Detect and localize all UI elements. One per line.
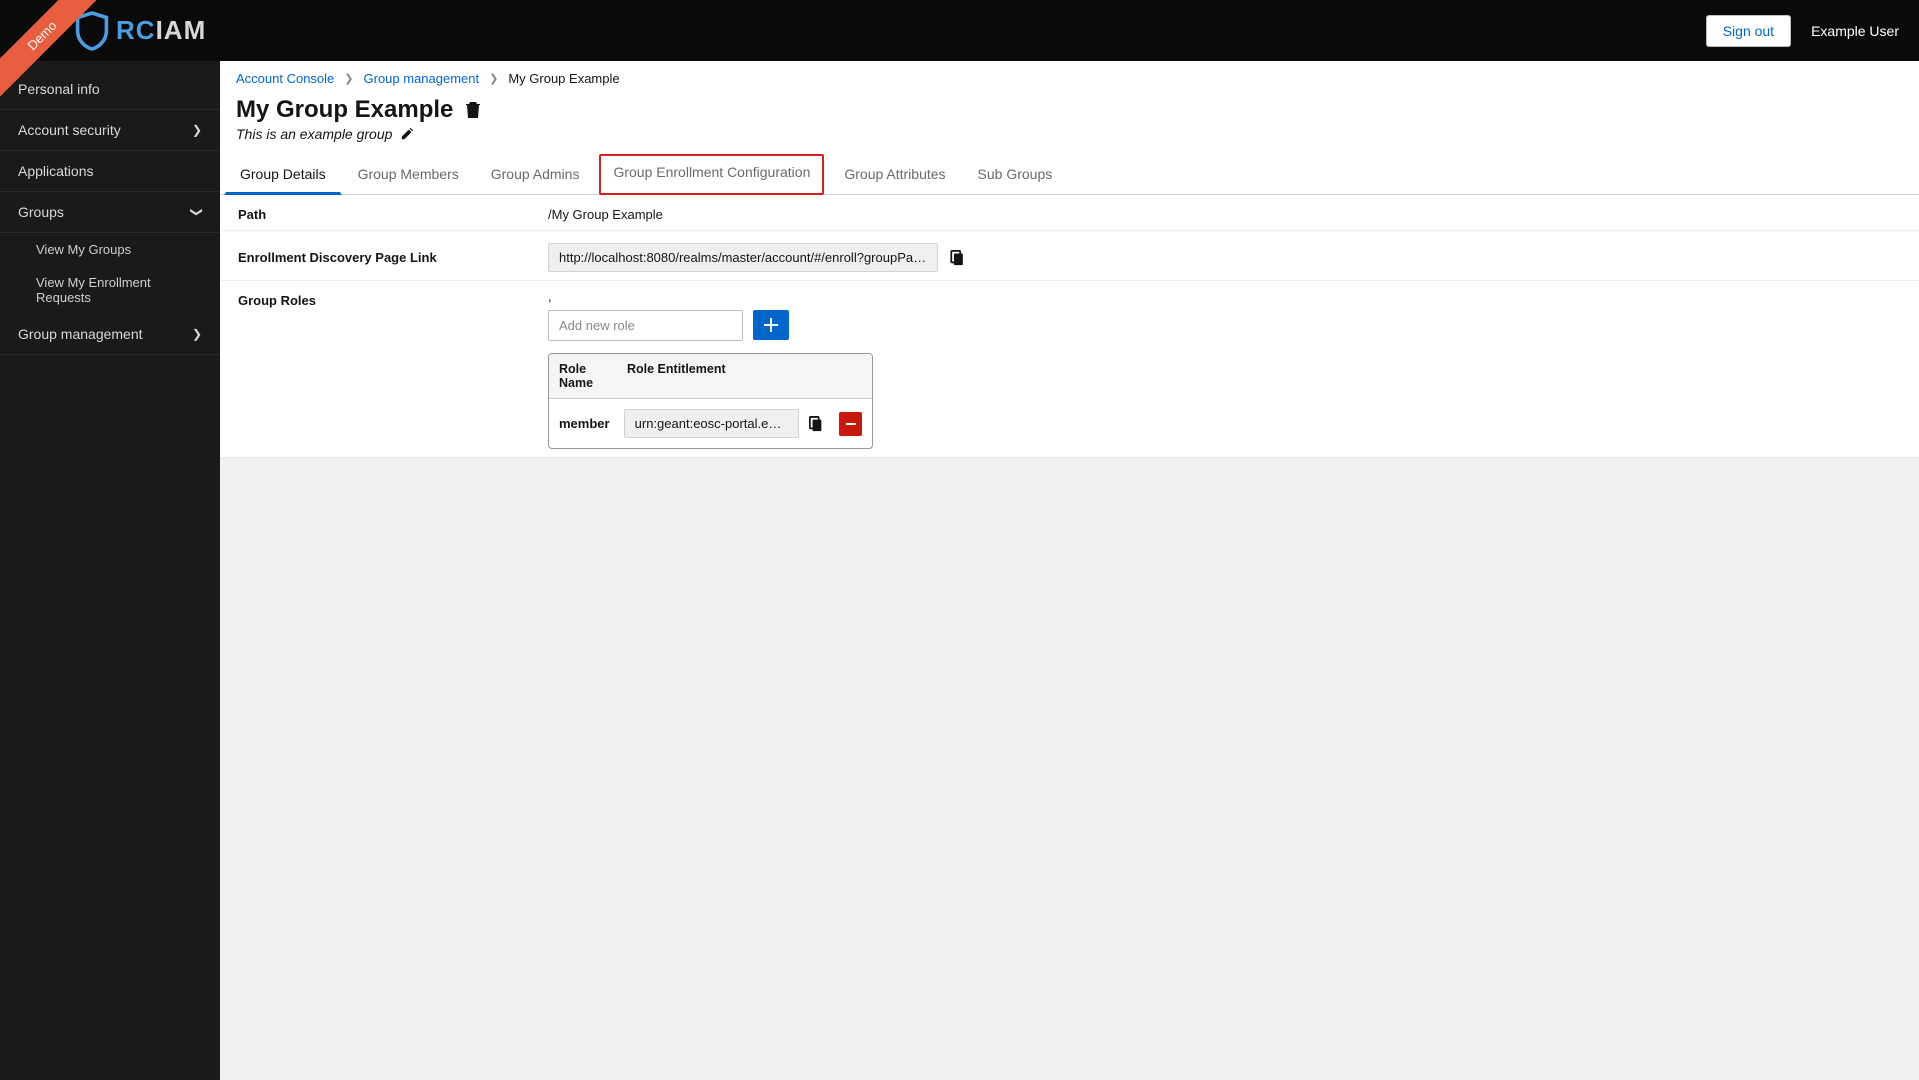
sidebar-item-personal-info[interactable]: Personal info: [0, 69, 220, 110]
chevron-right-icon: ❯: [192, 327, 202, 341]
add-role-button[interactable]: [753, 310, 789, 340]
page-description: This is an example group: [236, 126, 392, 142]
sidebar-item-view-my-groups[interactable]: View My Groups: [0, 233, 220, 266]
logo-text-rc: RC: [116, 15, 156, 45]
remove-role-button[interactable]: [839, 412, 862, 436]
app-logo[interactable]: RCIAM: [74, 11, 206, 51]
sidebar: Personal info Account security ❯ Applica…: [0, 61, 220, 1080]
sidebar-item-label: Applications: [18, 163, 94, 179]
sidebar-item-groups[interactable]: Groups ❯: [0, 192, 220, 233]
tab-group-enrollment-configuration[interactable]: Group Enrollment Configuration: [599, 154, 824, 195]
copy-icon[interactable]: [809, 416, 823, 432]
sidebar-item-label: Groups: [18, 204, 64, 220]
page-title: My Group Example: [236, 96, 453, 124]
main-content: Account Console ❯ Group management ❯ My …: [220, 61, 1919, 1080]
chevron-down-icon: ❯: [190, 207, 204, 217]
sidebar-item-account-security[interactable]: Account security ❯: [0, 110, 220, 151]
breadcrumb-group-management[interactable]: Group management: [364, 71, 480, 86]
shield-icon: [74, 11, 110, 51]
roles-col-entitlement: Role Entitlement: [627, 362, 726, 390]
tab-group-details[interactable]: Group Details: [224, 154, 342, 195]
chevron-right-icon: ❯: [489, 72, 498, 85]
copy-icon[interactable]: [950, 250, 965, 266]
sidebar-item-group-management[interactable]: Group management ❯: [0, 314, 220, 355]
trash-icon[interactable]: [465, 101, 481, 119]
roles-table: Role Name Role Entitlement member urn:ge…: [548, 353, 873, 449]
chevron-right-icon: ❯: [344, 72, 353, 85]
sidebar-item-applications[interactable]: Applications: [0, 151, 220, 192]
roles-row: member urn:geant:eosc-portal.eu:grou ...: [549, 399, 872, 448]
roles-col-name: Role Name: [559, 362, 617, 390]
add-role-input[interactable]: [548, 310, 743, 341]
path-label: Path: [238, 203, 548, 222]
breadcrumb-account-console[interactable]: Account Console: [236, 71, 334, 86]
tab-group-attributes[interactable]: Group Attributes: [828, 154, 961, 195]
sidebar-item-label: View My Groups: [36, 242, 131, 257]
logo-text-iam: IAM: [156, 15, 207, 45]
user-display-name: Example User: [1811, 23, 1899, 39]
enrollment-link-value[interactable]: http://localhost:8080/realms/master/acco…: [548, 243, 938, 272]
path-value: /My Group Example: [548, 203, 1901, 222]
tab-group-members[interactable]: Group Members: [342, 154, 475, 195]
sidebar-item-label: Group management: [18, 326, 143, 342]
pencil-icon[interactable]: [400, 127, 414, 141]
breadcrumb: Account Console ❯ Group management ❯ My …: [220, 61, 1919, 92]
chevron-right-icon: ❯: [192, 123, 202, 137]
tabs: Group Details Group Members Group Admins…: [220, 154, 1919, 195]
enrollment-link-label: Enrollment Discovery Page Link: [238, 246, 548, 265]
sidebar-item-view-my-enrollment-requests[interactable]: View My Enrollment Requests: [0, 266, 220, 314]
role-name: member: [559, 416, 614, 431]
role-entitlement-value[interactable]: urn:geant:eosc-portal.eu:grou ...: [624, 409, 800, 438]
app-header: Demo RCIAM Sign out Example User: [0, 0, 1919, 61]
group-roles-label: Group Roles: [238, 289, 548, 308]
plus-icon: [764, 318, 778, 332]
roles-leading-text: ,: [548, 289, 1901, 304]
tab-group-admins[interactable]: Group Admins: [475, 154, 596, 195]
sign-out-button[interactable]: Sign out: [1706, 15, 1791, 47]
sidebar-item-label: Personal info: [18, 81, 100, 97]
sidebar-item-label: Account security: [18, 122, 121, 138]
logo-text: RCIAM: [116, 15, 206, 46]
breadcrumb-current: My Group Example: [508, 71, 619, 86]
sidebar-item-label: View My Enrollment Requests: [36, 275, 202, 305]
tab-sub-groups[interactable]: Sub Groups: [962, 154, 1069, 195]
